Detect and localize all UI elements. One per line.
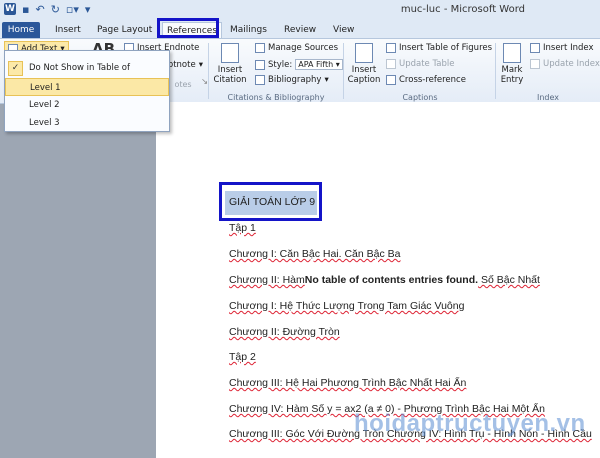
doc-line-text: Chương II: Đường Tròn [229,326,340,338]
caption-icon [355,43,373,63]
references-tab-highlight [157,18,219,38]
tab-review[interactable]: Review [284,22,316,38]
watermark: hoidaptructuyen.vn [354,410,586,437]
chevron-down-icon: ▾ [324,75,329,85]
separator [343,43,344,99]
update-index-icon [530,59,540,69]
tab-home[interactable]: Home [2,22,40,38]
mark-entry-label: Mark Entry [500,65,524,85]
heading-highlight [219,182,322,221]
update-index-label: Update Index [543,59,600,69]
update-table-button[interactable]: Update Table [386,59,454,69]
tab-insert[interactable]: Insert [55,22,81,38]
doc-line-text: Tập 1 [229,222,256,234]
doc-line[interactable]: Chương I: Căn Bậc Hai. Căn Bậc Ba [229,248,401,260]
doc-line-text: Chương III: Hệ Hai Phương Trình Bậc Nhất… [229,377,467,389]
doc-line[interactable]: Chương II: HàmNo table of contents entri… [229,274,540,286]
citation-icon [221,43,239,63]
menu-item-label: Level 2 [29,100,60,110]
doc-line-text: Chương I: Hệ Thức Lượng Trong Tam Giác V… [229,300,465,312]
add-text-menu: ✓ Do Not Show in Table of Contents Level… [4,50,170,132]
menu-item-label: Level 1 [30,83,61,93]
bibliography-icon [255,75,265,85]
doc-line[interactable]: Chương II: Đường Tròn [229,326,340,338]
menu-item-do-not-show[interactable]: ✓ Do Not Show in Table of Contents [5,59,169,91]
style-label: Style: [268,59,293,70]
menu-item-level-3[interactable]: Level 3 [5,114,169,132]
manage-sources-label: Manage Sources [268,43,339,53]
chevron-down-icon: ▾ [198,60,203,70]
cross-reference-icon [386,75,396,85]
bibliography-label: Bibliography [268,75,322,85]
ribbon-tabs: Home Insert Page Layout References Maili… [0,20,600,39]
update-table-label: Update Table [399,59,455,69]
tab-page-layout[interactable]: Page Layout [97,22,152,38]
cross-reference-label: Cross-reference [399,75,466,85]
insert-caption-button[interactable]: Insert Caption [347,43,381,85]
update-index-button[interactable]: Update Index [530,59,600,69]
style-selector[interactable]: Style: APA Fifth ▾ [255,59,343,70]
cross-reference-button[interactable]: Cross-reference [386,75,466,85]
manage-sources-icon [255,43,265,53]
footnotes-group-label: otes [174,80,192,89]
insert-caption-label: Insert Caption [347,65,381,85]
doc-line-text: Tập 2 [229,351,256,363]
check-icon: ✓ [8,61,23,76]
doc-line[interactable]: Tập 1 [229,222,256,234]
insert-index-label: Insert Index [543,43,594,53]
tab-view[interactable]: View [333,22,354,38]
manage-sources-button[interactable]: Manage Sources [255,43,338,53]
mark-entry-icon [503,43,521,63]
doc-line[interactable]: Chương I: Hệ Thức Lượng Trong Tam Giác V… [229,300,464,312]
menu-item-level-1[interactable]: Level 1 [5,78,169,96]
window-title: muc-luc - Microsoft Word [400,4,525,15]
insert-table-of-figures-button[interactable]: Insert Table of Figures [386,43,492,53]
captions-group-label: Captions [402,93,438,102]
document-page[interactable]: GIẢI TOÁN LỚP 9 Tập 1 Chương I: Căn Bậc … [156,102,600,458]
index-group-label: Index [536,93,560,102]
style-dropdown[interactable]: APA Fifth ▾ [295,59,343,70]
mark-entry-button[interactable]: Mark Entry [498,43,526,85]
insert-index-button[interactable]: Insert Index [530,43,593,53]
table-of-figures-icon [386,43,396,53]
menu-item-label: Level 3 [29,118,60,128]
bibliography-button[interactable]: Bibliography ▾ [255,75,329,85]
insert-citation-button[interactable]: Insert Citation [212,43,248,85]
toc-error-text: No table of contents entries found. [304,274,479,286]
next-footnote-button[interactable]: otnote ▾ [168,60,203,70]
insert-index-icon [530,43,540,53]
doc-line-text: Số Bậc Nhất [478,274,540,286]
insert-citation-label: Insert Citation [213,65,247,85]
doc-line[interactable]: Chương III: Hệ Hai Phương Trình Bậc Nhất… [229,377,466,389]
separator [495,43,496,99]
doc-line-text: Chương I: Căn Bậc Hai. Căn Bậc Ba [229,248,401,260]
doc-line[interactable]: Tập 2 [229,351,256,363]
separator [208,43,209,99]
next-footnote-label: otnote [168,60,196,70]
insert-table-of-figures-label: Insert Table of Figures [399,43,493,53]
tab-mailings[interactable]: Mailings [230,22,267,38]
menu-item-level-2[interactable]: Level 2 [5,96,169,114]
doc-line-text: Chương II: Hàm [229,274,305,286]
update-table-icon [386,59,396,69]
style-value: APA Fifth [298,60,334,69]
citations-group-label: Citations & Bibliography [227,93,325,102]
title-bar: W ▪ ↶ ↻ ▫▾ ▾ muc-luc - Microsoft Word [0,0,600,21]
style-icon [255,59,265,70]
